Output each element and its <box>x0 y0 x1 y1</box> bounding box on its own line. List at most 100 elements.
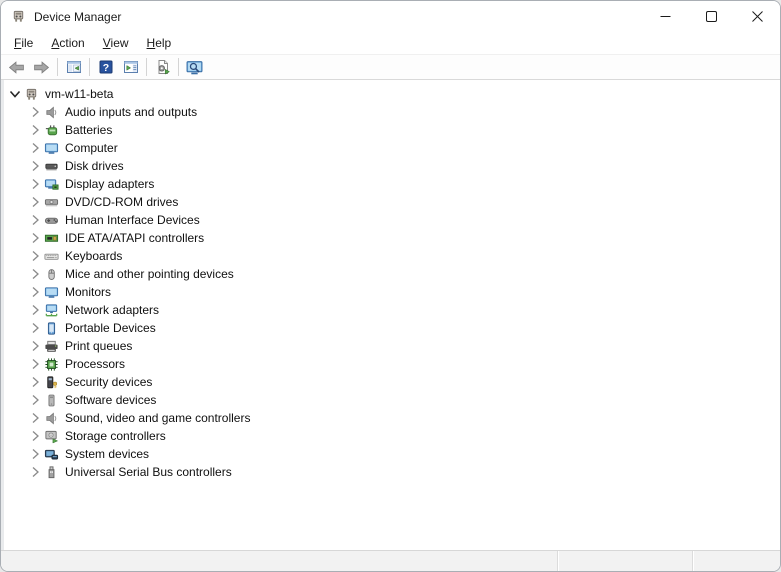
tree-item-sound-video-and-game-controllers[interactable]: Sound, video and game controllers <box>26 409 780 427</box>
title-bar: Device Manager <box>1 1 780 32</box>
close-button[interactable] <box>734 1 780 32</box>
window-title: Device Manager <box>34 9 122 24</box>
close-icon <box>751 11 763 22</box>
chevron-right-icon[interactable] <box>26 356 43 372</box>
tree-item-vm-w11-beta[interactable]: vm-w11-beta <box>6 85 780 103</box>
display-adapter-icon <box>43 176 60 192</box>
chevron-down-icon[interactable] <box>6 86 23 102</box>
help-icon: ? <box>98 59 114 75</box>
chevron-right-icon[interactable] <box>26 410 43 426</box>
storage-controller-icon <box>43 428 60 444</box>
tree-item-storage-controllers[interactable]: Storage controllers <box>26 427 780 445</box>
minimize-button[interactable] <box>642 1 688 32</box>
chevron-right-icon[interactable] <box>26 284 43 300</box>
tree-item-software-devices[interactable]: Software devices <box>26 391 780 409</box>
chevron-right-icon[interactable] <box>26 428 43 444</box>
status-section-right <box>692 551 780 571</box>
tree-item-batteries[interactable]: Batteries <box>26 121 780 139</box>
tree-item-security-devices[interactable]: Security devices <box>26 373 780 391</box>
tree-item-ide-ata-atapi-controllers[interactable]: IDE ATA/ATAPI controllers <box>26 229 780 247</box>
tree-item-label: Print queues <box>65 339 133 353</box>
tree-item-print-queues[interactable]: Print queues <box>26 337 780 355</box>
menu-view[interactable]: View <box>94 33 138 53</box>
dvd-drive-icon <box>43 194 60 210</box>
forward-button[interactable] <box>29 56 54 78</box>
chevron-right-icon[interactable] <box>26 194 43 210</box>
tree-item-label: Monitors <box>65 285 112 299</box>
help-button[interactable]: ? <box>93 56 118 78</box>
tree-item-label: Storage controllers <box>65 429 166 443</box>
chevron-right-icon[interactable] <box>26 158 43 174</box>
maximize-icon <box>705 11 717 22</box>
chevron-right-icon[interactable] <box>26 176 43 192</box>
network-adapter-icon <box>43 302 60 318</box>
keyboard-icon <box>43 248 60 264</box>
tree-item-label: Sound, video and game controllers <box>65 411 251 425</box>
tree-item-label: Disk drives <box>65 159 124 173</box>
tree-item-network-adapters[interactable]: Network adapters <box>26 301 780 319</box>
chevron-right-icon[interactable] <box>26 392 43 408</box>
tree-item-label: System devices <box>65 447 150 461</box>
chevron-right-icon[interactable] <box>26 302 43 318</box>
toolbar-separator <box>89 58 90 76</box>
show-hide-console-tree-button[interactable] <box>61 56 86 78</box>
battery-icon <box>43 122 60 138</box>
toolbar-separator <box>57 58 58 76</box>
tree-item-keyboards[interactable]: Keyboards <box>26 247 780 265</box>
tree-item-label: Security devices <box>65 375 153 389</box>
tree-item-label: Portable Devices <box>65 321 156 335</box>
tree-item-portable-devices[interactable]: Portable Devices <box>26 319 780 337</box>
back-button[interactable] <box>4 56 29 78</box>
chevron-right-icon[interactable] <box>26 104 43 120</box>
usb-icon <box>43 464 60 480</box>
tree-item-label: Computer <box>65 141 118 155</box>
chevron-right-icon[interactable] <box>26 140 43 156</box>
tree-item-label: Batteries <box>65 123 113 137</box>
svg-text:?: ? <box>102 62 108 74</box>
tree-item-display-adapters[interactable]: Display adapters <box>26 175 780 193</box>
tree-item-human-interface-devices[interactable]: Human Interface Devices <box>26 211 780 229</box>
tree-item-label: DVD/CD-ROM drives <box>65 195 179 209</box>
chevron-right-icon[interactable] <box>26 230 43 246</box>
tree-item-monitors[interactable]: Monitors <box>26 283 780 301</box>
computer-icon <box>43 140 60 156</box>
tree-item-disk-drives[interactable]: Disk drives <box>26 157 780 175</box>
status-text <box>1 551 557 571</box>
show-hide-action-pane-button[interactable] <box>118 56 143 78</box>
forward-arrow-icon <box>33 59 50 76</box>
status-bar <box>1 550 780 571</box>
gamepad-icon <box>43 212 60 228</box>
tree-item-audio-inputs-and-outputs[interactable]: Audio inputs and outputs <box>26 103 780 121</box>
tree-item-universal-serial-bus-controllers[interactable]: Universal Serial Bus controllers <box>26 463 780 481</box>
scan-for-hardware-changes-button[interactable] <box>150 56 175 78</box>
action-pane-icon <box>123 59 139 75</box>
chevron-right-icon[interactable] <box>26 248 43 264</box>
chevron-right-icon[interactable] <box>26 266 43 282</box>
monitor-icon <box>43 284 60 300</box>
maximize-button[interactable] <box>688 1 734 32</box>
device-manager-icon <box>10 9 26 25</box>
tree-item-label: Audio inputs and outputs <box>65 105 198 119</box>
tree-item-mice-and-other-pointing-devices[interactable]: Mice and other pointing devices <box>26 265 780 283</box>
device-search-button[interactable] <box>182 56 207 78</box>
menu-help[interactable]: Help <box>138 33 181 53</box>
chevron-right-icon[interactable] <box>26 212 43 228</box>
menu-file[interactable]: File <box>5 33 42 53</box>
printer-icon <box>43 338 60 354</box>
menu-action[interactable]: Action <box>42 33 93 53</box>
tree-item-processors[interactable]: Processors <box>26 355 780 373</box>
chevron-right-icon[interactable] <box>26 374 43 390</box>
tree-item-dvd-cd-rom-drives[interactable]: DVD/CD-ROM drives <box>26 193 780 211</box>
chevron-right-icon[interactable] <box>26 446 43 462</box>
chevron-right-icon[interactable] <box>26 320 43 336</box>
tree-item-label: Mice and other pointing devices <box>65 267 234 281</box>
tree-item-label: Network adapters <box>65 303 160 317</box>
device-tree: vm-w11-beta Audio inputs and outputs Batte… <box>4 80 780 481</box>
chevron-right-icon[interactable] <box>26 122 43 138</box>
tree-item-computer[interactable]: Computer <box>26 139 780 157</box>
chevron-right-icon[interactable] <box>26 464 43 480</box>
chevron-right-icon[interactable] <box>26 338 43 354</box>
status-section-middle <box>557 551 692 571</box>
computer-search-icon <box>186 59 203 76</box>
tree-item-system-devices[interactable]: System devices <box>26 445 780 463</box>
